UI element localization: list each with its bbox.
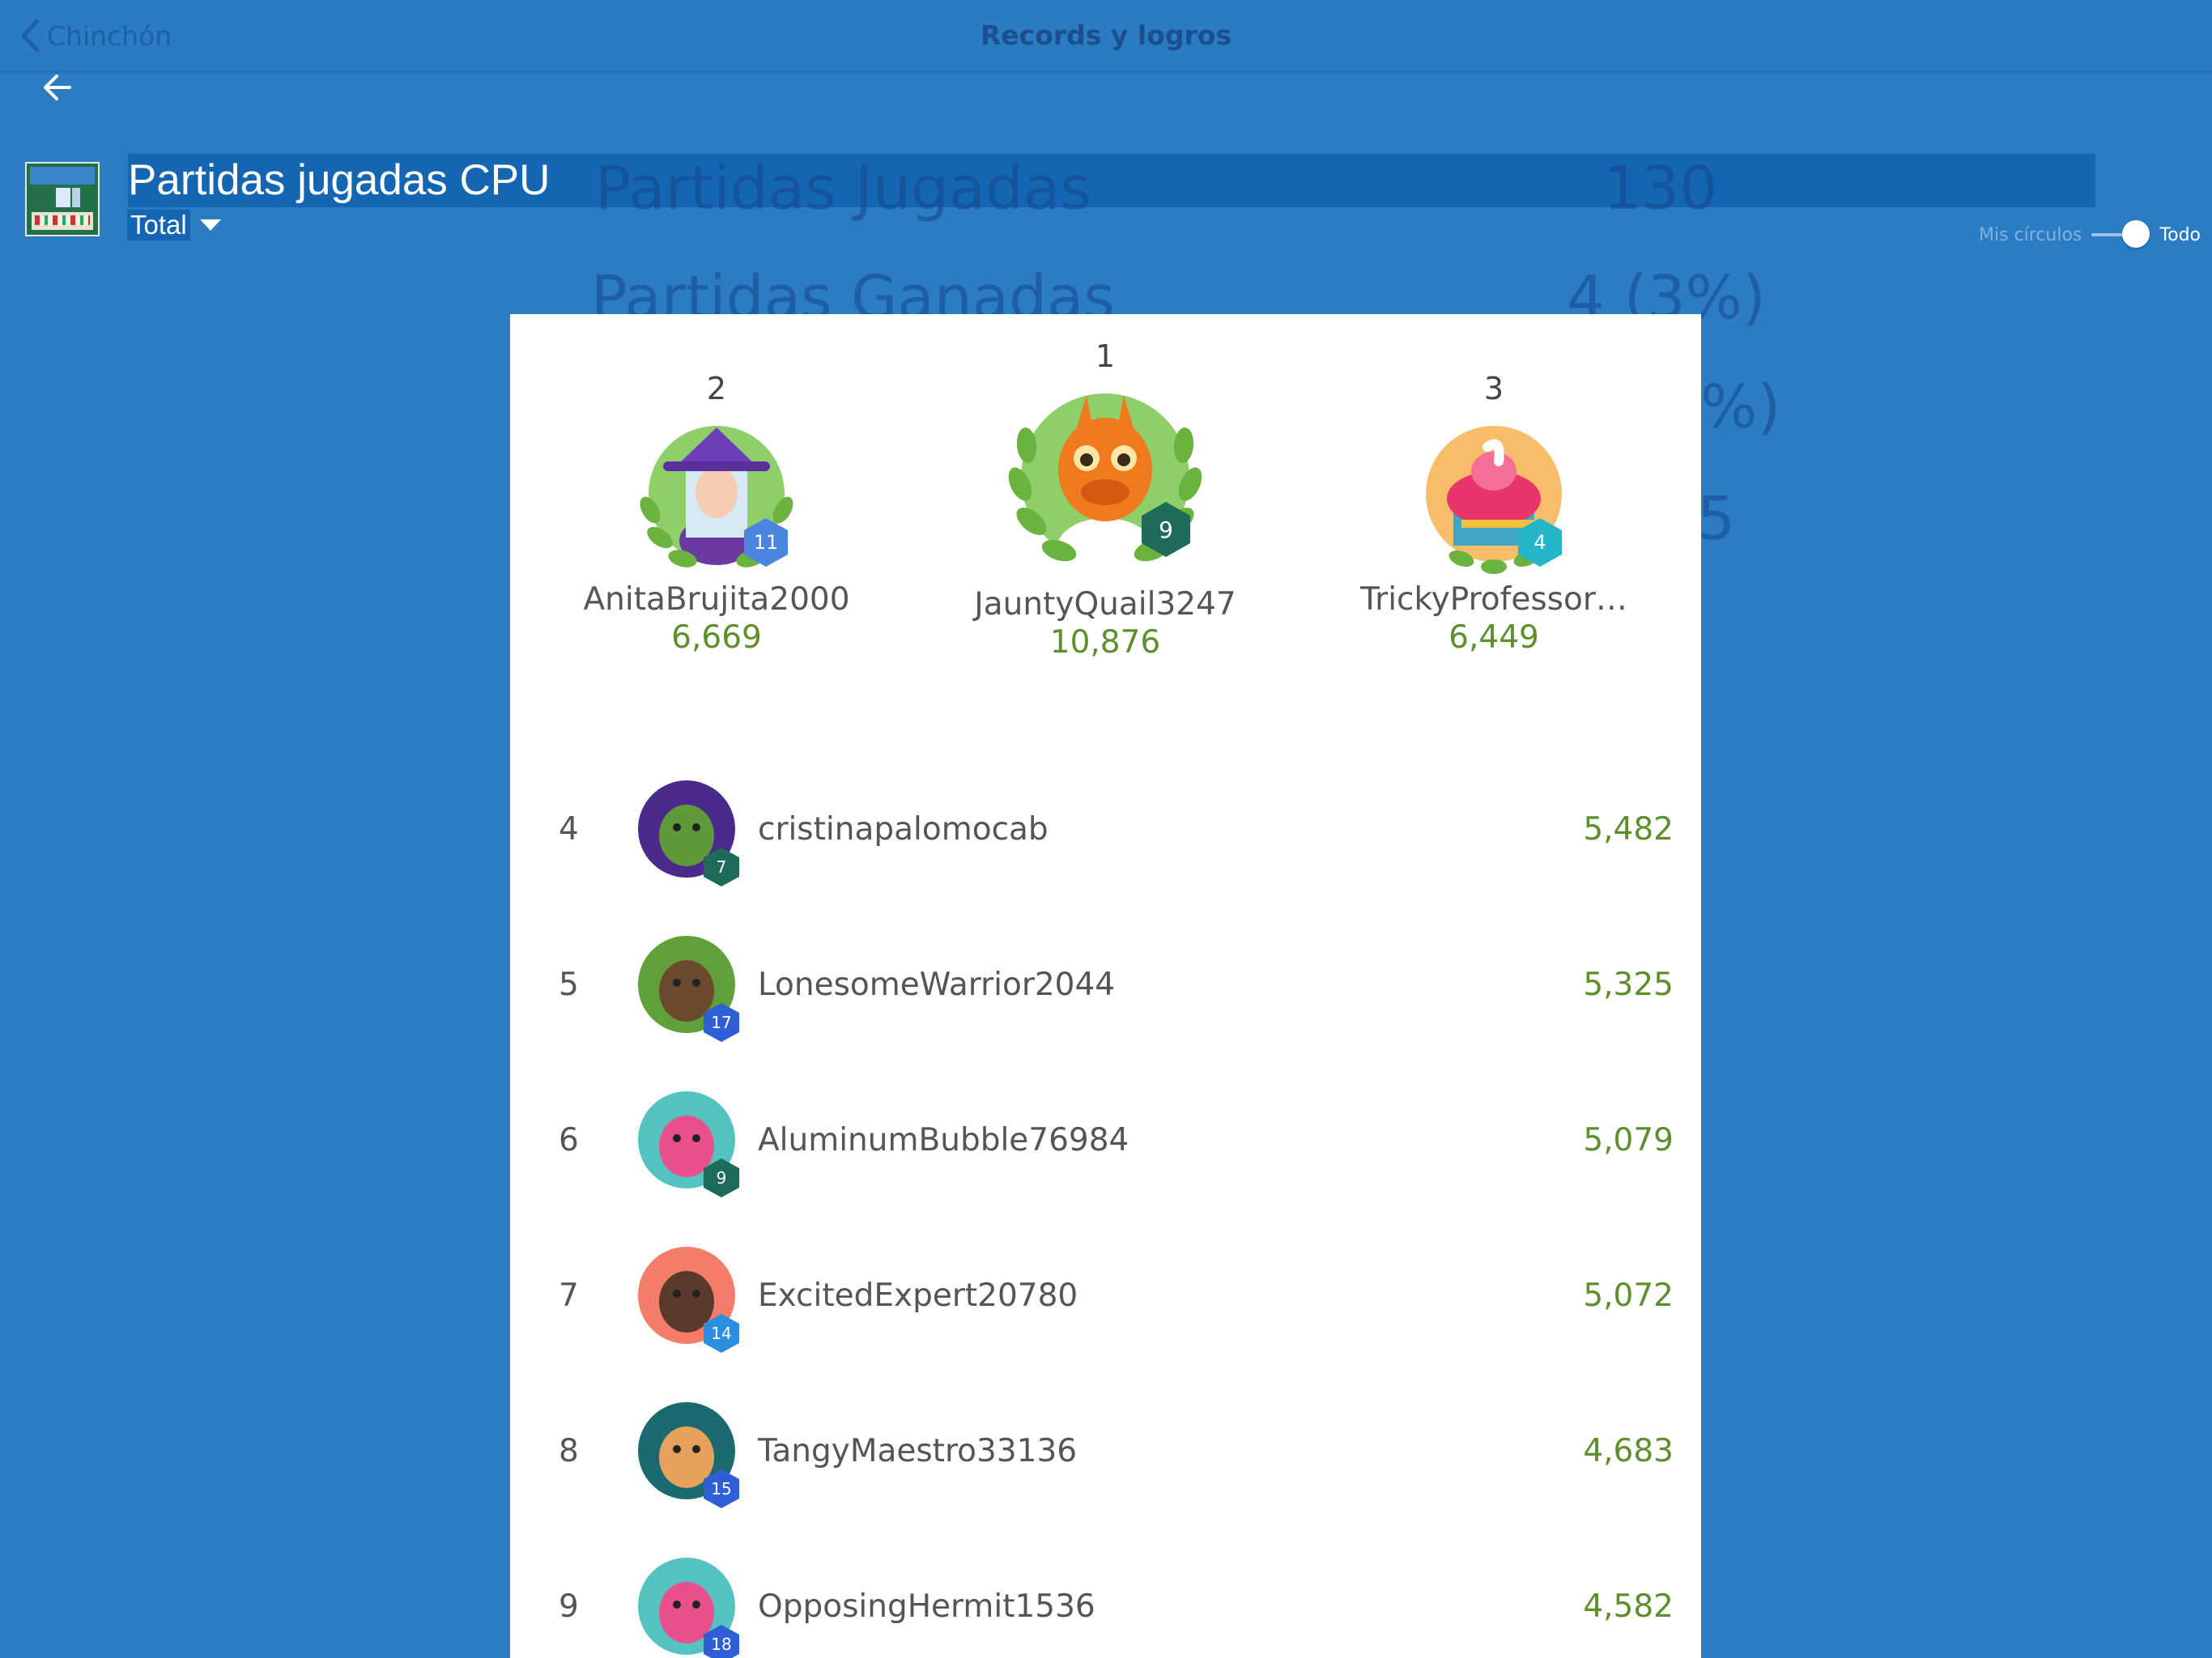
row-player-name: cristinapalomocab (758, 811, 1049, 848)
narwhal-avatar-icon: 18 (636, 1556, 740, 1658)
toggle-switch[interactable] (2091, 220, 2150, 248)
row-rank: 8 (559, 1433, 579, 1469)
toggle-left-label[interactable]: Mis círculos (1979, 225, 2082, 245)
podium-player-name: JauntyQuail3247 (974, 586, 1236, 623)
bg-played-value: 130 (1603, 154, 1718, 223)
podium-player-score: 10,876 (1049, 624, 1161, 661)
podium-player-score: 6,449 (1448, 619, 1539, 656)
podium-rank: 1 (1095, 338, 1116, 374)
navigation-bar: Chinchón Records y logros (0, 0, 2212, 73)
row-player-score: 5,079 (1583, 1122, 1674, 1158)
level-badge: 15 (703, 1469, 740, 1509)
row-player-score: 5,325 (1583, 967, 1674, 1003)
soldier-avatar-icon: 7 (636, 779, 740, 886)
dragon-avatar-icon: 9 (996, 379, 1214, 580)
row-player-score: 5,482 (1583, 811, 1674, 848)
row-player-score: 4,683 (1583, 1433, 1674, 1469)
level-badge: 9 (1140, 500, 1192, 559)
level-badge: 7 (703, 847, 740, 887)
row-player-score: 5,072 (1583, 1278, 1674, 1314)
row-player-name: ExcitedExpert20780 (758, 1278, 1078, 1314)
row-player-name: LonesomeWarrior2044 (758, 967, 1116, 1003)
podium-first[interactable]: 1 9 JauntyQuail3247 10,876 (919, 338, 1291, 661)
period-label: Total (127, 210, 190, 240)
level-badge: 11 (742, 517, 789, 568)
level-badge: 18 (703, 1624, 740, 1658)
row-player-score: 4,582 (1583, 1588, 1674, 1625)
bg-partial-1: %) (1700, 372, 1781, 442)
podium-player-name: AnitaBrujita2000 (583, 581, 850, 618)
level-badge: 4 (1516, 517, 1563, 568)
pirate-avatar-icon: 15 (636, 1401, 740, 1508)
row-rank: 9 (559, 1588, 579, 1625)
arrow-left-icon[interactable] (39, 68, 78, 107)
bg-played-label: Partidas Jugadas (595, 154, 1091, 223)
game-icon (25, 162, 100, 236)
leaderboard-card: 2 11 AnitaBrujita2000 6,669 1 9 JauntyQu… (510, 314, 1701, 1658)
caret-down-icon (199, 219, 221, 231)
leaderboard-row[interactable]: 5 17 LonesomeWarrior2044 5,325 (510, 925, 1701, 1046)
toggle-knob[interactable] (2122, 220, 2150, 248)
podium-player-name: TrickyProfessor… (1360, 581, 1627, 618)
leaderboard-row[interactable]: 9 18 OpposingHermit1536 4,582 (510, 1546, 1701, 1658)
podium-rank: 3 (1483, 371, 1504, 406)
nav-title: Records y logros (980, 19, 1232, 51)
witch-avatar-icon: 11 (627, 413, 806, 575)
row-player-name: TangyMaestro33136 (758, 1433, 1078, 1469)
cupcake-avatar-icon: 4 (1413, 413, 1575, 575)
circle-filter-toggle: Mis círculos Todo (1979, 217, 2201, 253)
podium-player-score: 6,669 (671, 619, 762, 656)
bg-partial-2: 5 (1697, 484, 1736, 554)
row-rank: 7 (559, 1278, 579, 1314)
row-rank: 6 (559, 1122, 579, 1158)
leaderboard-row[interactable]: 7 14 ExcitedExpert20780 5,072 (510, 1235, 1701, 1357)
podium-third[interactable]: 3 4 TrickyProfessor… 6,449 (1308, 371, 1680, 656)
narwhal-avatar-icon: 9 (636, 1090, 740, 1197)
page-title: Partidas jugadas CPU (128, 156, 551, 204)
period-dropdown[interactable]: Total (127, 209, 221, 241)
leaderboard-row[interactable]: 4 7 cristinapalomocab 5,482 (510, 769, 1701, 891)
toggle-right-label[interactable]: Todo (2159, 225, 2201, 245)
level-badge: 9 (703, 1158, 740, 1198)
row-player-name: AluminumBubble76984 (758, 1122, 1129, 1158)
row-rank: 5 (559, 967, 579, 1003)
podium-second[interactable]: 2 11 AnitaBrujita2000 6,669 (530, 371, 903, 656)
row-player-name: OpposingHermit1536 (758, 1588, 1095, 1625)
bear-avatar-icon: 17 (636, 934, 740, 1042)
rooster-avatar-icon: 14 (636, 1245, 740, 1353)
podium-rank: 2 (706, 371, 727, 406)
level-badge: 14 (703, 1313, 740, 1354)
leaderboard-row[interactable]: 8 15 TangyMaestro33136 4,683 (510, 1391, 1701, 1512)
level-badge: 17 (703, 1002, 740, 1043)
row-rank: 4 (559, 811, 579, 848)
leaderboard-row[interactable]: 6 9 AluminumBubble76984 5,079 (510, 1080, 1701, 1201)
